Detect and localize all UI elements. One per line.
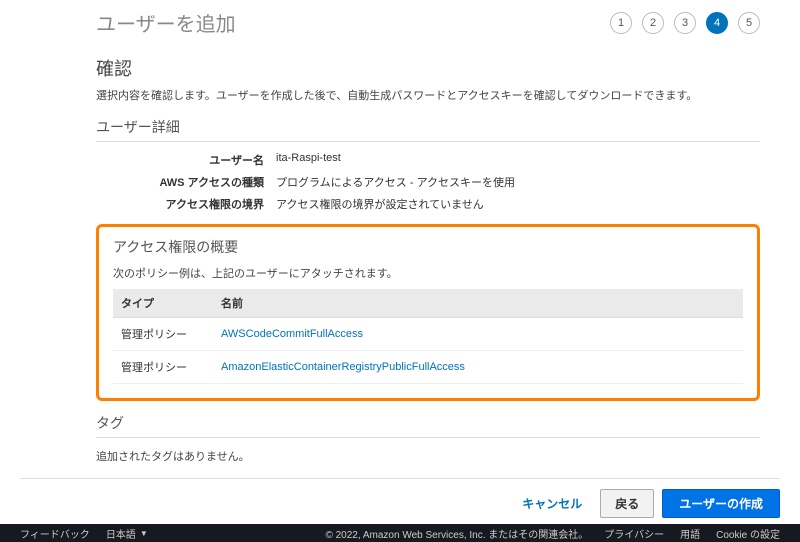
footer-feedback[interactable]: フィードバック xyxy=(20,526,90,541)
value-perm-boundary: アクセス権限の境界が設定されていません xyxy=(276,196,484,212)
wizard-steps: 1 2 3 4 5 xyxy=(610,12,760,34)
value-username: ita-Raspi-test xyxy=(276,152,341,168)
footer: フィードバック 日本語 ▼ © 2022, Amazon Web Service… xyxy=(0,524,800,542)
permissions-title: アクセス権限の概要 xyxy=(113,237,743,261)
footer-cookie[interactable]: Cookie の設定 xyxy=(716,526,780,541)
footer-language-label: 日本語 xyxy=(106,526,136,541)
step-4[interactable]: 4 xyxy=(706,12,728,34)
policy-table: タイプ 名前 管理ポリシー AWSCodeCommitFullAccess 管理… xyxy=(113,289,743,384)
policy-link[interactable]: AWSCodeCommitFullAccess xyxy=(221,328,363,340)
back-button[interactable]: 戻る xyxy=(600,489,654,518)
confirm-title: 確認 xyxy=(96,55,760,81)
policy-link[interactable]: AmazonElasticContainerRegistryPublicFull… xyxy=(221,361,465,373)
table-row: 管理ポリシー AmazonElasticContainerRegistryPub… xyxy=(113,351,743,384)
confirm-desc: 選択内容を確認します。ユーザーを作成した後で、自動生成パスワードとアクセスキーを… xyxy=(96,87,760,103)
footer-terms[interactable]: 用語 xyxy=(680,526,700,541)
step-1[interactable]: 1 xyxy=(610,12,632,34)
table-row: 管理ポリシー AWSCodeCommitFullAccess xyxy=(113,318,743,351)
footer-copyright: © 2022, Amazon Web Services, Inc. またはその関… xyxy=(325,526,588,541)
tags-empty: 追加されたタグはありません。 xyxy=(96,448,760,464)
step-3[interactable]: 3 xyxy=(674,12,696,34)
label-access-type: AWS アクセスの種類 xyxy=(96,174,276,190)
policy-type: 管理ポリシー xyxy=(113,351,213,384)
col-header-name: 名前 xyxy=(213,289,743,318)
tags-title: タグ xyxy=(96,413,760,438)
step-5[interactable]: 5 xyxy=(738,12,760,34)
step-2[interactable]: 2 xyxy=(642,12,664,34)
footer-privacy[interactable]: プライバシー xyxy=(604,526,664,541)
footer-language[interactable]: 日本語 ▼ xyxy=(106,526,148,541)
page-title: ユーザーを追加 xyxy=(96,8,236,37)
col-header-type: タイプ xyxy=(113,289,213,318)
policy-type: 管理ポリシー xyxy=(113,318,213,351)
value-access-type: プログラムによるアクセス - アクセスキーを使用 xyxy=(276,174,515,190)
cancel-button[interactable]: キャンセル xyxy=(512,489,592,518)
user-details-title: ユーザー詳細 xyxy=(96,117,760,142)
label-perm-boundary: アクセス権限の境界 xyxy=(96,196,276,212)
permissions-highlight: アクセス権限の概要 次のポリシー例は、上記のユーザーにアタッチされます。 タイプ… xyxy=(96,224,760,401)
button-bar: キャンセル 戻る ユーザーの作成 xyxy=(20,478,780,518)
label-username: ユーザー名 xyxy=(96,152,276,168)
caret-down-icon: ▼ xyxy=(140,529,148,538)
create-user-button[interactable]: ユーザーの作成 xyxy=(662,489,780,518)
permissions-desc: 次のポリシー例は、上記のユーザーにアタッチされます。 xyxy=(113,265,743,281)
